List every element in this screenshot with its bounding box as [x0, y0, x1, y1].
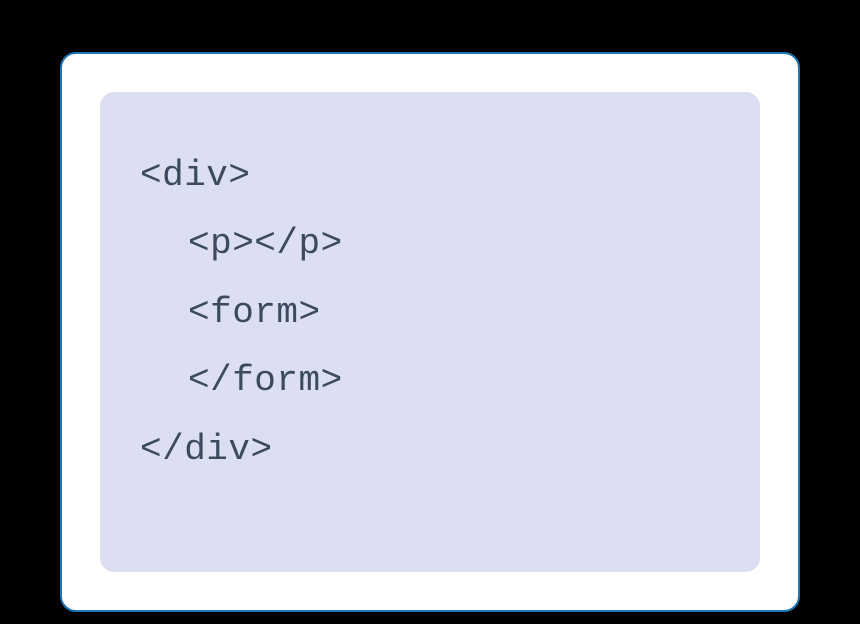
code-line-4: </form>: [140, 347, 720, 415]
code-block: <div> <p></p> <form> </form> </div>: [100, 92, 760, 572]
code-card: <div> <p></p> <form> </form> </div>: [60, 52, 800, 612]
code-line-3: <form>: [140, 279, 720, 347]
code-line-1: <div>: [140, 142, 720, 210]
code-line-5: </div>: [140, 416, 720, 484]
code-line-2: <p></p>: [140, 210, 720, 278]
